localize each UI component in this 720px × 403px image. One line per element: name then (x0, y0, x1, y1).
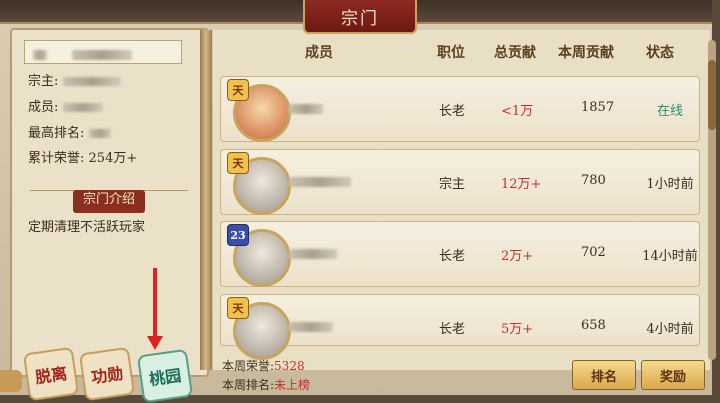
blurred-name (289, 249, 337, 259)
member-week: 658 (581, 318, 606, 333)
week-rank-value: 未上榜 (274, 378, 311, 392)
leave-guild-button[interactable]: 脱离 (22, 346, 80, 402)
blurred-value (88, 129, 111, 138)
header-total: 总贡献 (494, 45, 536, 61)
header-status: 状态 (646, 45, 674, 61)
week-rank-label: 本周排名: (222, 378, 275, 392)
member-row[interactable]: 天 长老 5万+ 658 4小时前 (220, 294, 700, 360)
member-week: 780 (581, 173, 606, 188)
members-label: 成员: (28, 100, 59, 115)
blurred-name (289, 177, 351, 187)
reward-button[interactable]: 奖励 (641, 360, 705, 390)
member-total: 2万+ (501, 249, 534, 264)
total-honor-label: 累计荣誉: (28, 151, 85, 166)
blurred-value (62, 103, 103, 112)
member-row[interactable]: 天 长老 <1万 1857 在线 (220, 76, 700, 142)
member-total: 5万+ (501, 322, 534, 337)
rank-badge: 天 (227, 297, 249, 319)
window-title: 宗门 (303, 0, 417, 34)
members-line: 成员: (28, 96, 103, 115)
total-honor-value: 254万+ (88, 151, 138, 166)
guild-master-label: 宗主: (28, 74, 59, 89)
member-status: 14小时前 (642, 249, 698, 264)
header-week: 本周贡献 (558, 45, 614, 61)
member-total: <1万 (501, 104, 534, 119)
blurred-name (72, 49, 133, 60)
arrow-indicator (153, 268, 157, 340)
week-honor: 本周荣誉:5328 (222, 357, 305, 374)
intro-header: 宗门介绍 (30, 190, 188, 213)
member-total: 12万+ (501, 177, 542, 192)
top-rank-line: 最高排名: (28, 122, 111, 141)
panel-divider (200, 30, 212, 370)
rank-badge: 天 (227, 152, 249, 174)
blurred-name (33, 49, 47, 60)
top-rank-label: 最高排名: (28, 126, 85, 141)
member-status: 在线 (656, 104, 683, 119)
member-row[interactable]: 天 宗主 12万+ 780 1小时前 (220, 149, 700, 215)
rank-badge: 23 (227, 224, 249, 246)
member-position: 长老 (439, 104, 466, 119)
scrollbar-thumb[interactable] (708, 60, 716, 130)
member-position: 长老 (439, 322, 466, 337)
member-week: 702 (581, 245, 606, 260)
header-position: 职位 (437, 45, 465, 61)
week-honor-label: 本周荣誉: (222, 359, 275, 373)
week-rank: 本周排名:未上榜 (222, 376, 310, 393)
left-nav-arrow[interactable] (0, 370, 22, 392)
arrow-head (147, 336, 163, 350)
member-row[interactable]: 23 长老 2万+ 702 14小时前 (220, 221, 700, 287)
rank-badge: 天 (227, 79, 249, 101)
guild-master-line: 宗主: (28, 70, 121, 89)
member-position: 长老 (439, 249, 466, 264)
member-status: 1小时前 (646, 177, 694, 192)
ranking-button[interactable]: 排名 (572, 360, 636, 390)
guild-name-box (24, 40, 182, 64)
merit-button[interactable]: 功勋 (78, 346, 136, 402)
member-status: 4小时前 (646, 322, 694, 337)
total-honor-line: 累计荣誉: 254万+ (28, 147, 137, 166)
member-position: 宗主 (439, 177, 466, 192)
header-member: 成员 (305, 45, 333, 61)
blurred-name (62, 77, 121, 86)
blurred-name (289, 104, 323, 114)
blurred-name (289, 322, 333, 332)
week-honor-value: 5328 (274, 359, 305, 373)
intro-title: 宗门介绍 (72, 190, 145, 213)
intro-text: 定期清理不活跃玩家 (28, 220, 146, 235)
member-week: 1857 (581, 100, 615, 115)
